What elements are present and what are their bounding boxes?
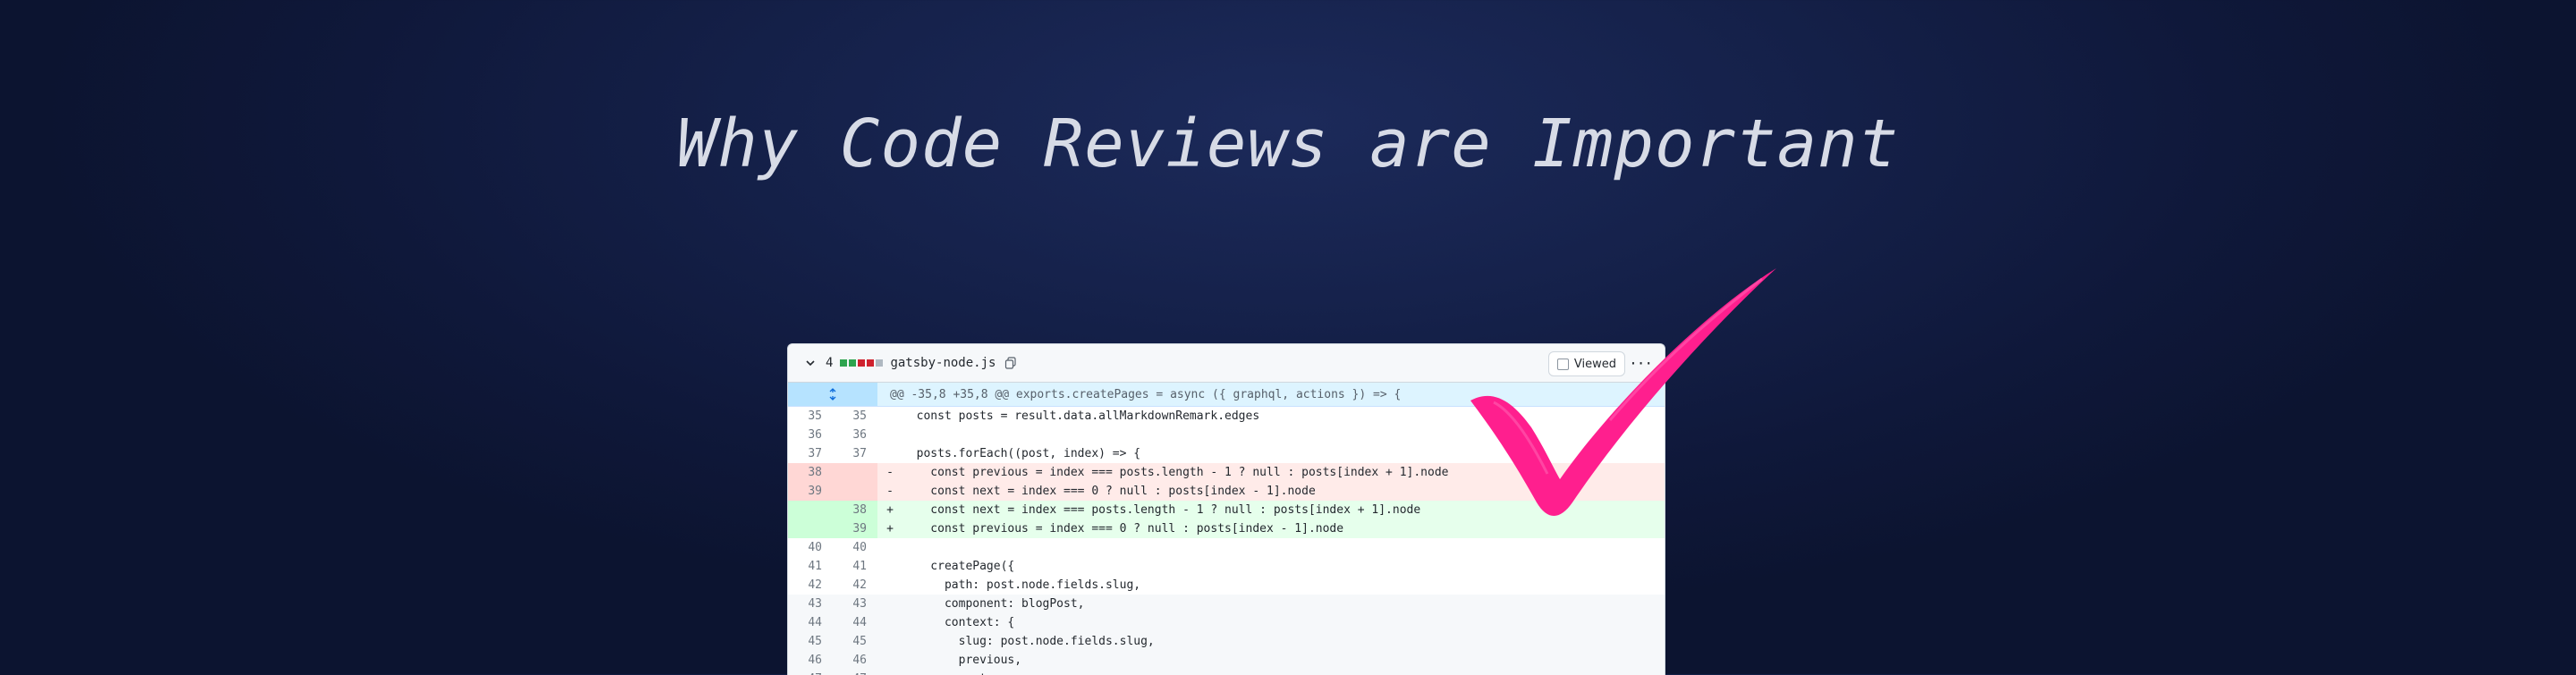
new-line-number[interactable]: 47	[833, 670, 877, 675]
diffstat-block	[849, 359, 857, 367]
diff-sign	[877, 595, 897, 613]
code-text: context: {	[902, 616, 1015, 629]
diff-sign	[877, 407, 897, 426]
diff-sign	[877, 557, 897, 576]
old-line-number[interactable]: 35	[788, 407, 833, 426]
copy-icon[interactable]	[1004, 357, 1017, 369]
diffstat-block	[867, 359, 875, 367]
old-line-number[interactable]	[788, 519, 833, 538]
hunk-header-text: @@ -35,8 +35,8 @@ exports.createPages = …	[890, 387, 1402, 401]
old-line-number[interactable]: 36	[788, 426, 833, 444]
diff-sign	[877, 613, 897, 632]
code-text: previous,	[902, 654, 1022, 667]
diff-sign: -	[886, 466, 894, 479]
code-text: const next = index === 0 ? null : posts[…	[902, 485, 1316, 498]
code-text: const previous = index === 0 ? null : po…	[902, 522, 1344, 536]
old-line-number[interactable]: 47	[788, 670, 833, 675]
new-line-number[interactable]: 43	[833, 595, 877, 613]
new-line-number[interactable]: 44	[833, 613, 877, 632]
diff-sign	[877, 576, 897, 595]
diff-line: 39 + const previous = index === 0 ? null …	[788, 519, 1665, 538]
new-line-number[interactable]: 39	[833, 519, 877, 538]
diff-sign	[877, 670, 897, 675]
diff-sign	[877, 444, 897, 463]
code-text: posts.forEach((post, index) => {	[902, 447, 1141, 460]
old-line-number[interactable]: 43	[788, 595, 833, 613]
new-line-number[interactable]: 35	[833, 407, 877, 426]
new-line-number[interactable]: 36	[833, 426, 877, 444]
code-text: const previous = index === posts.length …	[902, 466, 1449, 479]
new-line-number[interactable]: 38	[833, 501, 877, 519]
code-text: slug: post.node.fields.slug,	[902, 635, 1155, 648]
diff-line: 42 42 path: post.node.fields.slug,	[788, 576, 1665, 595]
diffstat-block	[858, 359, 866, 367]
unfold-icon[interactable]	[788, 383, 877, 406]
old-line-number[interactable]: 38	[788, 463, 833, 482]
new-line-number[interactable]: 41	[833, 557, 877, 576]
code-text: createPage({	[902, 560, 1015, 573]
old-line-number[interactable]: 37	[788, 444, 833, 463]
new-line-number[interactable]	[833, 463, 877, 482]
diffstat-block	[840, 359, 848, 367]
code-text: component: blogPost,	[902, 597, 1085, 611]
diff-line: 46 46 previous,	[788, 651, 1665, 670]
old-line-number[interactable]: 44	[788, 613, 833, 632]
diff-sign	[877, 651, 897, 670]
diff-sign: -	[886, 485, 894, 498]
page-title: Why Code Reviews are Important	[676, 105, 1900, 182]
code-text: const next = index === posts.length - 1 …	[902, 503, 1421, 517]
old-line-number[interactable]	[788, 501, 833, 519]
old-line-number[interactable]: 39	[788, 482, 833, 501]
diff-line: 40 40	[788, 538, 1665, 557]
diff-line: 43 43 component: blogPost,	[788, 595, 1665, 613]
old-line-number[interactable]: 41	[788, 557, 833, 576]
chevron-down-icon[interactable]	[804, 357, 817, 369]
old-line-number[interactable]: 46	[788, 651, 833, 670]
diffstat-block	[876, 359, 884, 367]
new-line-number[interactable]: 40	[833, 538, 877, 557]
old-line-number[interactable]: 42	[788, 576, 833, 595]
old-line-number[interactable]: 45	[788, 632, 833, 651]
changes-count: 4	[826, 356, 834, 370]
diff-sign	[877, 538, 897, 557]
diff-line: 45 45 slug: post.node.fields.slug,	[788, 632, 1665, 651]
code-text: next,	[897, 670, 994, 675]
old-line-number[interactable]: 40	[788, 538, 833, 557]
new-line-number[interactable]: 46	[833, 651, 877, 670]
code-text: path: post.node.fields.slug,	[902, 578, 1141, 592]
new-line-number[interactable]: 37	[833, 444, 877, 463]
diff-sign: +	[886, 522, 894, 536]
new-line-number[interactable]: 42	[833, 576, 877, 595]
diff-sign: +	[886, 503, 894, 517]
code-text: const posts = result.data.allMarkdownRem…	[902, 409, 1260, 423]
diff-sign	[877, 426, 897, 444]
file-name[interactable]: gatsby-node.js	[890, 356, 996, 370]
new-line-number[interactable]: 45	[833, 632, 877, 651]
diff-line: 4747 next,	[788, 670, 1665, 675]
diff-line: 44 44 context: {	[788, 613, 1665, 632]
diff-line: 41 41 createPage({	[788, 557, 1665, 576]
checkmark-icon	[1470, 268, 1776, 516]
diffstat	[840, 359, 884, 367]
new-line-number[interactable]	[833, 482, 877, 501]
diff-sign	[877, 632, 897, 651]
